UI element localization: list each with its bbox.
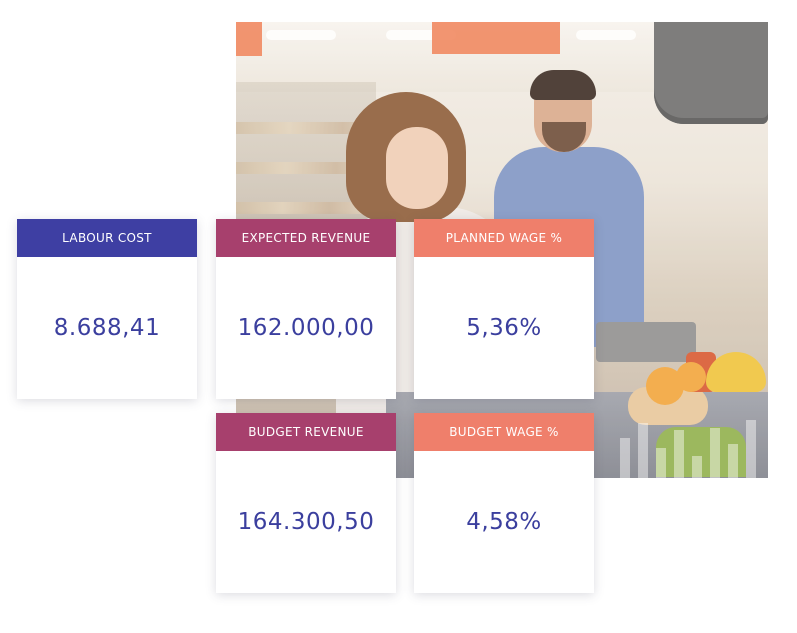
kpi-label: LABOUR COST [17,219,197,257]
kpi-value: 5,36% [466,315,542,341]
kpi-label: BUDGET WAGE % [414,413,594,451]
kpi-card-budget-wage: BUDGET WAGE % 4,58% [414,413,594,593]
kpi-card-planned-wage: PLANNED WAGE % 5,36% [414,219,594,399]
kpi-value: 4,58% [466,509,542,535]
kpi-value: 8.688,41 [53,315,161,341]
kpi-card-budget-revenue: BUDGET REVENUE 164.300,50 [216,413,396,593]
kpi-label: PLANNED WAGE % [414,219,594,257]
kpi-value: 162.000,00 [237,315,375,341]
kpi-label: BUDGET REVENUE [216,413,396,451]
kpi-card-labour-cost: LABOUR COST 8.688,41 [17,219,197,399]
kpi-label: EXPECTED REVENUE [216,219,396,257]
kpi-value: 164.300,50 [237,509,375,535]
kpi-card-expected-revenue: EXPECTED REVENUE 162.000,00 [216,219,396,399]
